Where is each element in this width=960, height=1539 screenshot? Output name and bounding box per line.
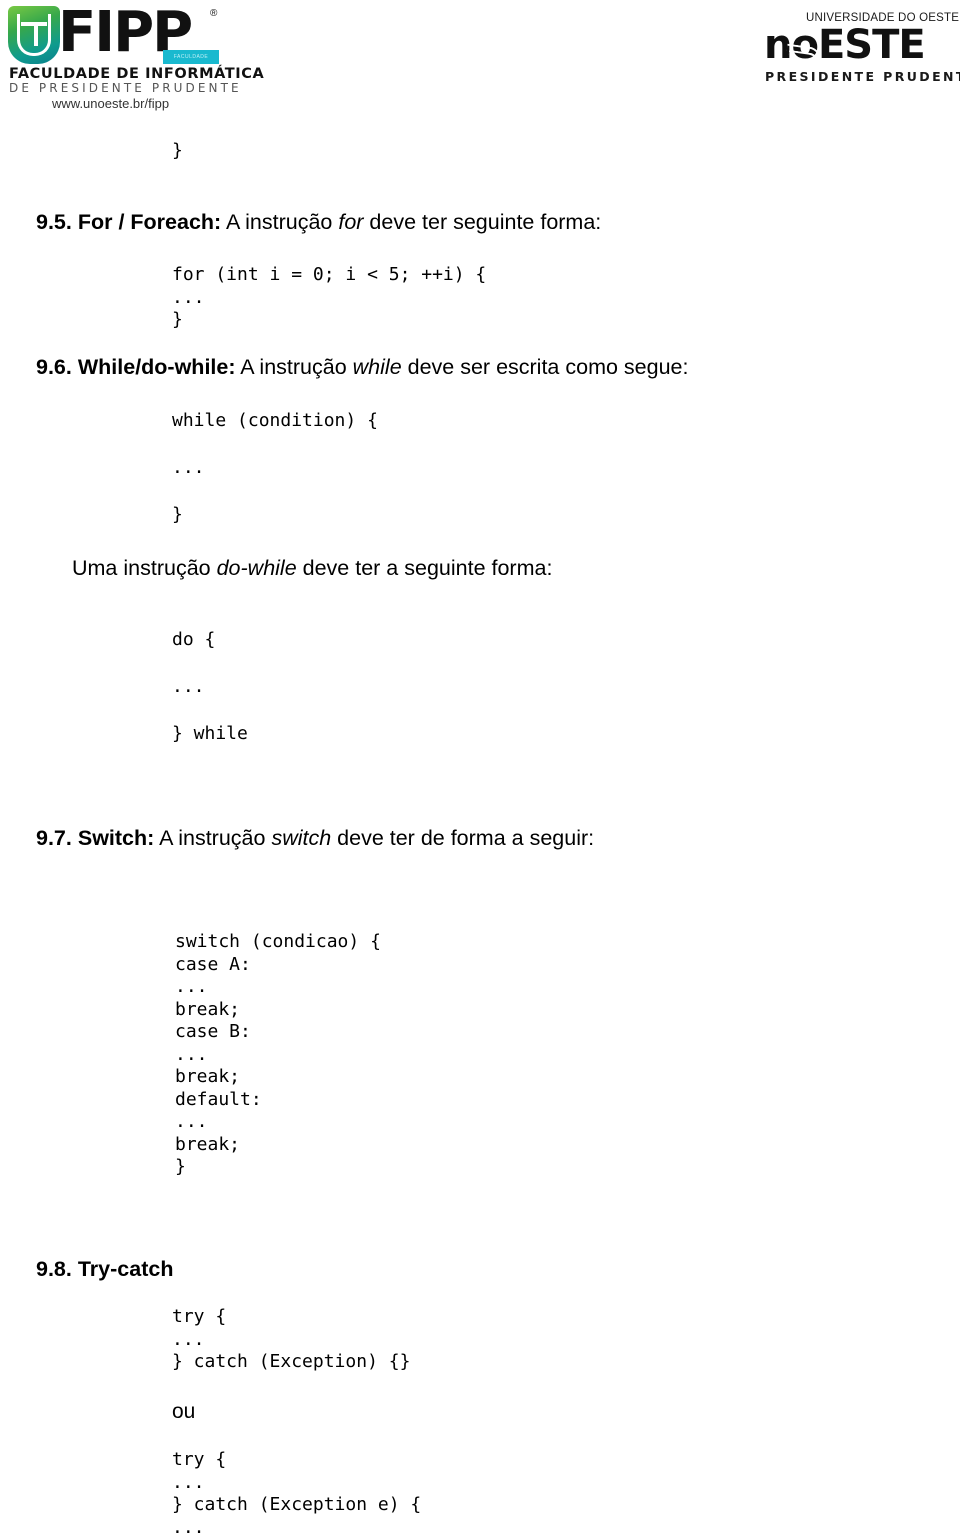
section-keyword-9-6: While/do-while: xyxy=(77,355,236,379)
section-heading-9-7: 9.7. Switch: A instrução switch deve ter… xyxy=(36,826,594,851)
fipp-teal-tag: FACULDADE xyxy=(163,50,219,64)
fipp-subtitle-line2: DE PRESIDENTE PRUDENTE xyxy=(9,81,242,95)
section-text-before-9-6: A instrução xyxy=(235,355,353,379)
unoeste-logo: UNIVERSIDADE DO OESTE PAULISTA noESTE PR… xyxy=(764,12,960,84)
code-line-do-ellipsis: ... xyxy=(172,676,205,697)
section-italic-9-5: for xyxy=(338,210,364,234)
registered-trademark-icon: ® xyxy=(210,8,218,19)
section-heading-9-8: 9.8. Try-catch xyxy=(36,1257,173,1282)
paragraph-do-while-italic: do-while xyxy=(216,556,297,580)
code-line-while-ellipsis: ... xyxy=(172,457,205,478)
section-number-9-8: 9.8. xyxy=(36,1257,72,1281)
section-heading-9-6: 9.6. While/do-while: A instrução while d… xyxy=(36,355,688,380)
section-text-before-9-7: A instrução xyxy=(154,826,272,850)
code-block-for: for (int i = 0; i < 5; ++i) { ... } xyxy=(172,264,487,330)
page-header: FIPP ® FACULDADE FACULDADE DE INFORMÁTIC… xyxy=(0,0,960,112)
paragraph-do-while-after: deve ter a seguinte forma: xyxy=(296,556,553,580)
section-number-9-6: 9.6. xyxy=(36,355,72,379)
section-italic-9-7: switch xyxy=(271,826,332,850)
section-heading-9-5: 9.5. For / Foreach: A instrução for deve… xyxy=(36,210,601,235)
fipp-subtitle-line1: FACULDADE DE INFORMÁTICA xyxy=(9,66,265,82)
fipp-logo-wordmark-row: FIPP ® FACULDADE xyxy=(8,4,228,64)
fipp-shield-icon xyxy=(8,6,60,64)
paragraph-do-while-before: Uma instrução xyxy=(72,556,217,580)
separator-ou: ou xyxy=(172,1400,196,1423)
section-keyword-9-8: Try-catch xyxy=(77,1257,174,1281)
section-number-9-7: 9.7. xyxy=(36,826,72,850)
section-keyword-9-5: For / Foreach: xyxy=(77,210,222,234)
unoeste-tagline-bottom: PRESIDENTE PRUDENTE - SP xyxy=(765,69,960,84)
code-fragment-top: } xyxy=(172,140,183,161)
section-italic-9-6: while xyxy=(352,355,402,379)
section-text-after-9-5: deve ter seguinte forma: xyxy=(363,210,602,234)
fipp-monogram-stem xyxy=(34,22,38,46)
section-text-after-9-6: deve ser escrita como segue: xyxy=(401,355,689,379)
code-block-switch: switch (condicao) { case A: ... break; c… xyxy=(175,931,381,1177)
code-line-while-open: while (condition) { xyxy=(172,410,378,431)
section-number-9-5: 9.5. xyxy=(36,210,72,234)
fipp-website-url: www.unoeste.br/fipp xyxy=(52,96,170,111)
code-line-while-close: } xyxy=(172,504,183,525)
code-line-do-open: do { xyxy=(172,629,216,650)
code-block-try-catch-1: try { ... } catch (Exception) {} xyxy=(172,1306,411,1372)
paragraph-do-while: Uma instrução do-while deve ter a seguin… xyxy=(72,556,552,581)
fipp-logo: FIPP ® FACULDADE FACULDADE DE INFORMÁTIC… xyxy=(8,4,264,111)
section-keyword-9-7: Switch: xyxy=(77,826,155,850)
code-block-try-catch-2: try { ... } catch (Exception e) { ... xyxy=(172,1449,422,1538)
code-line-do-close-while: } while xyxy=(172,723,248,744)
section-text-after-9-7: deve ter de forma a seguir: xyxy=(331,826,595,850)
section-text-before-9-5: A instrução xyxy=(221,210,339,234)
